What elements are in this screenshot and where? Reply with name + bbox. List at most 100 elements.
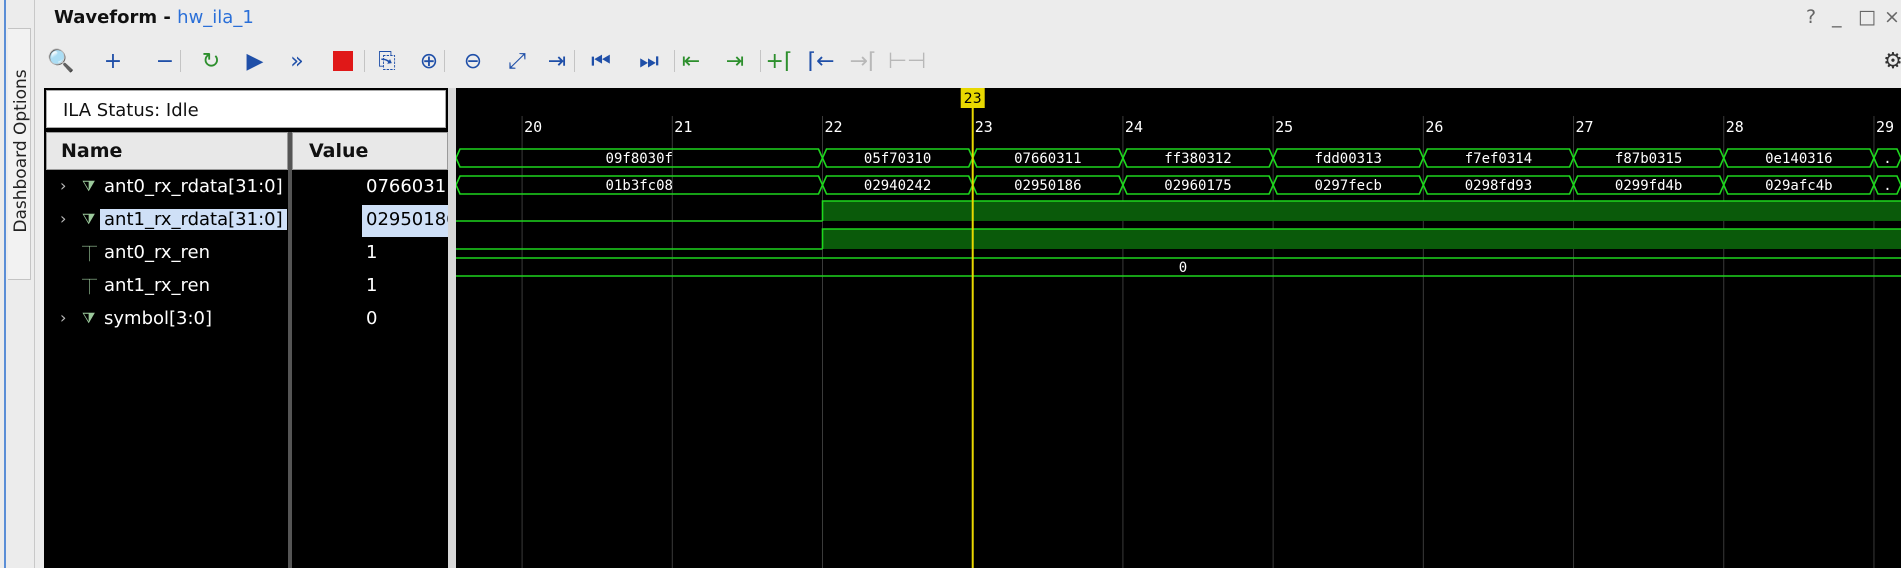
signal-row[interactable]: › ⧩ symbol[3:0] [46,304,288,336]
goto-start-icon[interactable]: ⏮ [584,44,618,78]
run-immediate-icon[interactable]: » [280,44,314,78]
column-divider[interactable] [288,132,292,568]
prev-marker-icon[interactable]: ⌈← [804,44,838,78]
waveform-canvas[interactable]: 20 21 22 23 24 25 26 27 28 29 09f8030f 05f70310 0766… [456,88,1901,568]
time-tick-label: 28 [1726,118,1744,136]
waveform-panel: ILA Status: Idle Name Value › ⧩ ant0_rx_rd… [44,88,1901,568]
time-tick-label: 22 [825,118,843,136]
export-icon-glyph: ⎘ [378,48,396,74]
remove-icon[interactable]: − [148,44,182,78]
minimize-icon[interactable]: _ [1832,6,1842,28]
toolbar-separator [180,50,181,72]
prev-transition-icon[interactable]: ⇤ [674,44,708,78]
expand-chevron-icon[interactable]: › [60,176,66,195]
symbol-value-label: 0 [1179,260,1187,276]
time-tick-label: 21 [674,118,692,136]
signal-value[interactable]: 1 [362,271,452,303]
remove-icon-glyph: − [155,48,175,74]
expand-chevron-icon[interactable]: › [60,308,66,327]
time-tick-label: 23 [975,118,993,136]
swap-cursors-icon-glyph: ⊢⊣ [887,48,927,74]
value-column-header[interactable]: Value [292,132,448,170]
auto-run-icon[interactable]: ↻ [194,44,228,78]
wire-signal-icon: ⏉ [82,278,98,296]
signal-row[interactable]: › ⧩ ant1_rx_rdata[31:0] [46,205,288,237]
close-icon[interactable]: × [1884,6,1900,28]
next-marker-icon: →⌈ [846,44,880,78]
stop-icon[interactable] [326,44,360,78]
bus-signal-icon: ⧩ [82,309,96,327]
bus-value-label: . [1883,178,1891,194]
signal-value[interactable]: 1 [362,238,452,270]
bus-value-label: 029afc4b [1765,178,1832,194]
zoom-in-icon[interactable]: ⊕ [412,44,446,78]
bus-value-label: 0e140316 [1765,151,1832,167]
maximize-icon[interactable]: □ [1858,6,1876,28]
export-icon[interactable]: ⎘ [370,44,404,78]
add-marker-icon[interactable]: +⌈ [762,44,796,78]
toolbar-separator [674,50,675,72]
bus-value-label: 0298fd93 [1465,178,1532,194]
add-marker-icon-glyph: +⌈ [765,48,793,74]
bus-value-label: 01b3fc08 [606,178,673,194]
bus-value-label: 0297fecb [1315,178,1382,194]
goto-cursor-icon[interactable]: ⇥ [540,44,574,78]
window-title: Waveform - hw_ila_1 [54,7,254,28]
goto-end-icon[interactable]: ⏭ [632,44,666,78]
panel-splitter[interactable] [448,88,456,568]
signal-name: ant1_rx_rdata[31:0] [100,209,287,230]
bus-value-label: 02960175 [1164,178,1231,194]
bus-value-label: f87b0315 [1615,151,1682,167]
prev-transition-icon-glyph: ⇤ [681,48,701,74]
zoom-out-icon[interactable]: ⊖ [456,44,490,78]
dashboard-options-tab[interactable]: Dashboard Options [0,0,35,568]
add-icon-glyph: + [103,48,123,74]
signal-value[interactable]: 07660311 [362,172,452,204]
bus-value-label: 02940242 [864,178,931,194]
signal-name: symbol[3:0] [104,308,213,329]
help-icon[interactable]: ? [1806,6,1816,28]
prev-marker-icon-glyph: ⌈← [807,48,835,74]
signal-value-text: 1 [366,242,378,263]
zoom-fit-icon-glyph: ⤢ [508,48,526,74]
window-title-text: Waveform [54,7,158,28]
bus-value-label: 09f8030f [606,151,673,167]
dashboard-options-label: Dashboard Options [11,69,31,233]
signal-row[interactable]: › ⧩ ant0_rx_rdata[31:0] [46,172,288,204]
signal-name: ant0_rx_rdata[31:0] [104,176,283,197]
auto-run-icon-glyph: ↻ [201,48,221,74]
ren-high-fill [822,229,1901,249]
toolbar-separator [444,50,445,72]
signal-value[interactable]: 0 [362,304,452,336]
expand-chevron-icon[interactable]: › [60,209,66,228]
signal-value[interactable]: 02950186 [362,205,452,237]
next-transition-icon[interactable]: ⇥ [718,44,752,78]
bus-value-label: . [1883,151,1891,167]
bus-value-label: 02950186 [1014,178,1081,194]
run-trigger-icon[interactable]: ▶ [238,44,272,78]
zoom-fit-icon[interactable]: ⤢ [500,44,534,78]
signal-value-text: 1 [366,275,378,296]
search-icon[interactable]: 🔍 [44,44,78,78]
toolbar-separator [364,50,365,72]
ila-status: ILA Status: Idle [46,90,446,128]
signal-row[interactable]: ⏉ ant1_rx_ren [46,271,288,303]
goto-start-icon-glyph: ⏮ [591,48,611,74]
run-trigger-icon-glyph: ▶ [246,48,264,74]
goto-cursor-icon-glyph: ⇥ [547,48,567,74]
run-immediate-icon-glyph: » [290,48,304,74]
name-column-header[interactable]: Name [46,132,288,170]
bus-value-label: 07660311 [1014,151,1081,167]
next-marker-icon-glyph: →⌈ [849,48,877,74]
next-transition-icon-glyph: ⇥ [725,48,745,74]
signal-row[interactable]: ⏉ ant0_rx_ren [46,238,288,270]
tab-accent [4,0,6,568]
goto-end-icon-glyph: ⏭ [639,48,659,74]
name-column: › ⧩ ant0_rx_rdata[31:0] › ⧩ ant1_rx_rdata[31:… [46,170,288,568]
waveform-svg: 20 21 22 23 24 25 26 27 28 29 09f8030f 05f70310 0766… [456,88,1901,568]
title-separator: - [157,7,178,28]
dashboard-options-label-box[interactable]: Dashboard Options [8,28,31,280]
settings-glyph: ⚙ [1883,48,1901,74]
settings-icon[interactable]: ⚙ [1876,44,1901,78]
add-icon[interactable]: + [96,44,130,78]
